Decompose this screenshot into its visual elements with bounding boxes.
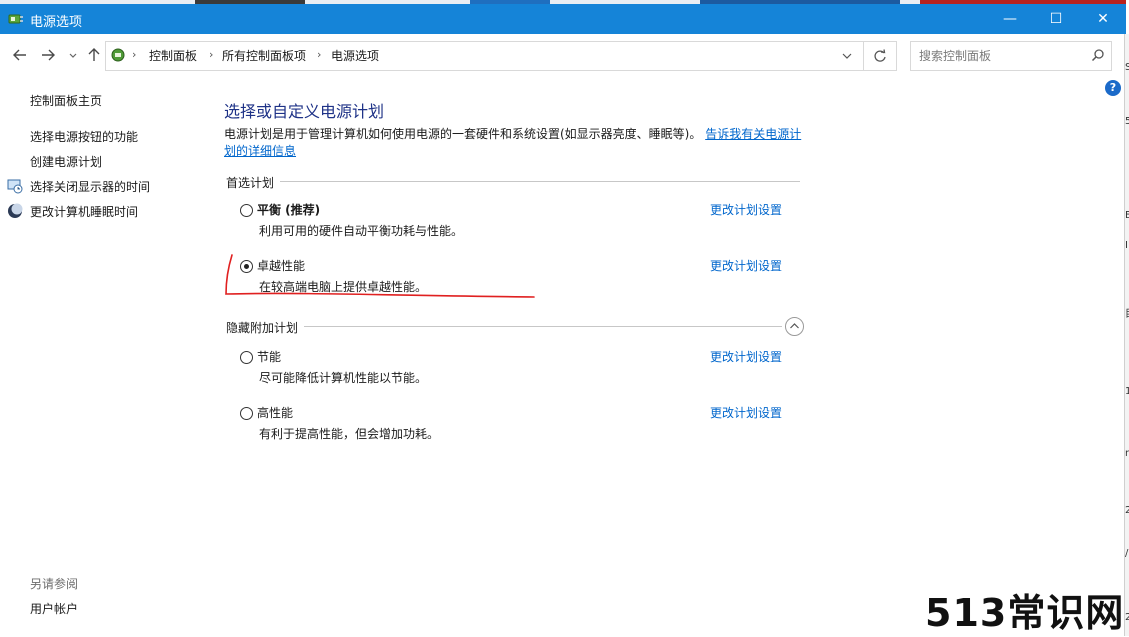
site-watermark: 513常识网 [925, 591, 1125, 635]
refresh-icon [874, 49, 886, 62]
plan-description-balanced: 利用可用的硬件自动平衡功耗与性能。 [259, 224, 464, 238]
breadcrumb-control-panel[interactable]: 控制面板 [149, 47, 197, 64]
arrow-right-icon[interactable] [40, 47, 56, 63]
monitor-clock-icon [7, 179, 23, 194]
collapse-hidden-plans-button[interactable] [785, 317, 804, 336]
plan-description-ultimate-performance: 在较高端电脑上提供卓越性能。 [259, 280, 428, 294]
change-plan-settings-link[interactable]: 更改计划设置 [710, 348, 782, 365]
preferred-plans-heading: 首选计划 [226, 174, 281, 191]
change-plan-settings-link[interactable]: 更改计划设置 [710, 201, 782, 218]
background-window-text: 1 [1125, 386, 1129, 397]
user-accounts-link[interactable]: 用户帐户 [30, 600, 78, 617]
breadcrumb-all-items[interactable]: 所有控制面板项 [222, 47, 306, 64]
radio-balanced[interactable] [240, 204, 253, 217]
chevron-up-icon [790, 323, 799, 329]
address-bar[interactable]: › 控制面板 › 所有控制面板项 › 电源选项 [105, 41, 864, 71]
breadcrumb-power-options[interactable]: 电源选项 [331, 47, 379, 64]
maximize-button[interactable]: ☐ [1033, 4, 1079, 34]
plan-name-ultimate-performance[interactable]: 卓越性能 [257, 257, 305, 274]
control-panel-home-link[interactable]: 控制面板主页 [30, 92, 102, 109]
group-divider [226, 181, 800, 182]
plan-description-high-performance: 有利于提高性能，但会增加功耗。 [259, 427, 440, 441]
sidebar-item-power-button[interactable]: 选择电源按钮的功能 [30, 128, 138, 145]
plan-name-high-performance[interactable]: 高性能 [257, 404, 293, 421]
help-icon[interactable]: ? [1105, 80, 1121, 96]
sidebar-item-sleep-time[interactable]: 更改计算机睡眠时间 [30, 203, 138, 220]
background-window-text: 目 [1125, 305, 1129, 320]
arrow-left-icon[interactable] [12, 47, 28, 63]
background-window-text: E [1125, 210, 1129, 221]
background-window-text: / [1125, 548, 1129, 559]
red-annotation-stroke [225, 254, 535, 298]
control-panel-icon [111, 48, 125, 62]
change-plan-settings-link[interactable]: 更改计划设置 [710, 404, 782, 421]
close-button[interactable]: ✕ [1080, 4, 1126, 34]
chevron-down-icon[interactable] [68, 51, 78, 61]
page-description: 电源计划是用于管理计算机如何使用电源的一套硬件和系统设置(如显示器亮度、睡眠等)… [224, 126, 809, 160]
background-window-text: 2 [1125, 505, 1129, 516]
search-box[interactable] [910, 41, 1112, 71]
arrow-up-icon[interactable] [86, 47, 102, 63]
breadcrumb-separator: › [132, 48, 137, 61]
radio-power-saver[interactable] [240, 351, 253, 364]
window-title: 电源选项 [30, 15, 83, 30]
group-divider [226, 326, 782, 327]
search-input[interactable] [919, 47, 1079, 65]
breadcrumb-separator: › [317, 48, 322, 61]
radio-ultimate-performance[interactable] [240, 260, 253, 273]
breadcrumb-separator: › [209, 48, 214, 61]
sidebar-item-create-plan[interactable]: 创建电源计划 [30, 153, 102, 170]
sidebar-item-display-off[interactable]: 选择关闭显示器的时间 [30, 178, 150, 195]
background-window-text: 2 [1125, 612, 1129, 623]
title-bar[interactable]: 电源选项 — ☐ ✕ [0, 4, 1126, 34]
plan-name-balanced[interactable]: 平衡 (推荐) [257, 201, 320, 218]
radio-high-performance[interactable] [240, 407, 253, 420]
search-icon[interactable] [1091, 48, 1105, 62]
refresh-button[interactable] [864, 41, 897, 71]
description-text: 电源计划是用于管理计算机如何使用电源的一套硬件和系统设置(如显示器亮度、睡眠等)… [224, 127, 702, 141]
change-plan-settings-link[interactable]: 更改计划设置 [710, 257, 782, 274]
plan-name-power-saver[interactable]: 节能 [257, 348, 281, 365]
power-options-icon [8, 14, 23, 24]
plan-description-power-saver: 尽可能降低计算机性能以节能。 [259, 371, 428, 385]
background-window-text: I [1125, 240, 1128, 251]
background-window-text: 5 [1125, 116, 1129, 127]
see-also-heading: 另请参阅 [30, 577, 79, 591]
background-window-text: n [1125, 448, 1129, 459]
minimize-button[interactable]: — [987, 4, 1033, 34]
hidden-plans-heading: 隐藏附加计划 [226, 319, 305, 336]
page-title: 选择或自定义电源计划 [224, 102, 385, 121]
moon-icon [8, 203, 23, 218]
chevron-down-icon[interactable] [841, 50, 853, 62]
background-window-text: S [1125, 62, 1129, 73]
navigation-bar: › 控制面板 › 所有控制面板项 › 电源选项 [0, 34, 1124, 76]
